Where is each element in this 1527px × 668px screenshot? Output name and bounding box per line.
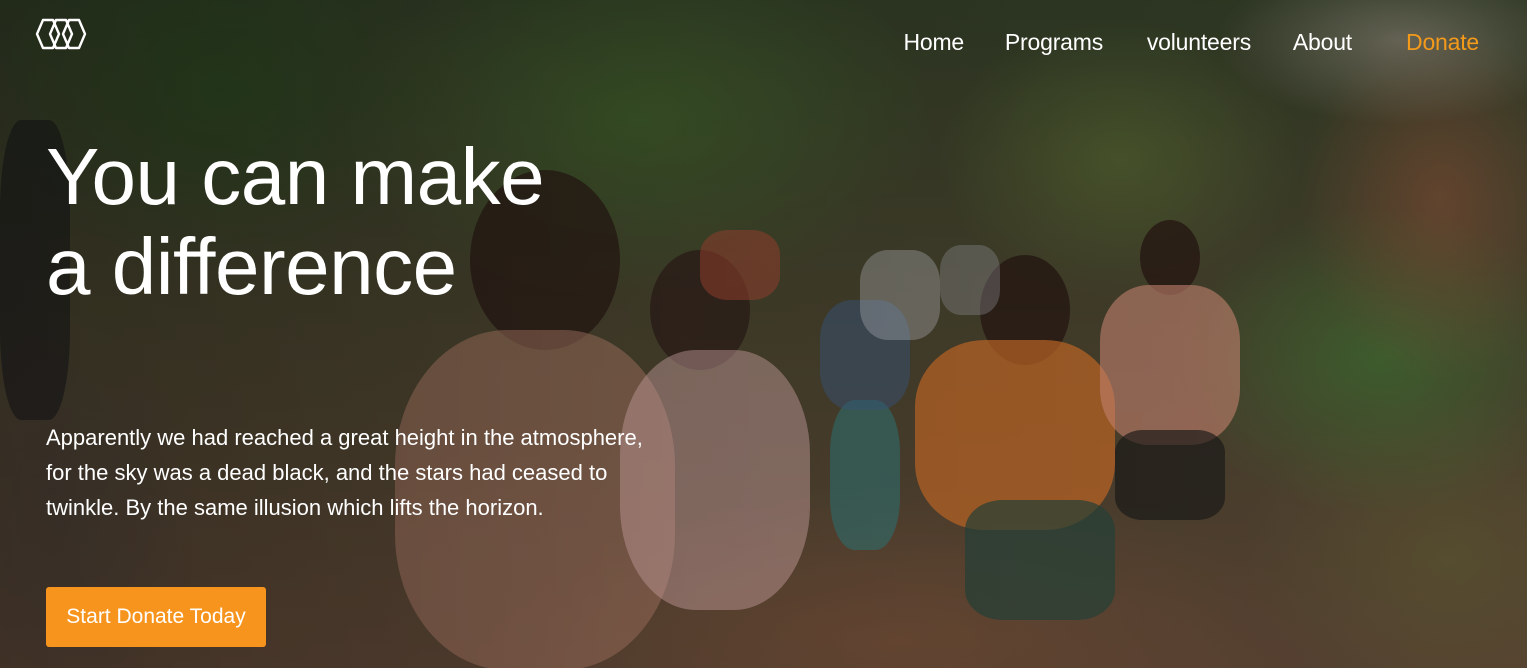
- nav-item-volunteers[interactable]: volunteers: [1147, 26, 1251, 58]
- nav-item-home[interactable]: Home: [903, 26, 964, 58]
- nav-donate-link[interactable]: Donate: [1406, 26, 1479, 58]
- hero-lead-line: for the sky was a dead black, and the st…: [46, 460, 608, 520]
- hexagon-chain-logo-icon[interactable]: [34, 16, 88, 52]
- nav-item-about[interactable]: About: [1293, 26, 1352, 58]
- hero-title: You can make a difference: [46, 132, 545, 311]
- start-donate-button[interactable]: Start Donate Today: [46, 587, 266, 647]
- hero-section: Home Programs volunteers About Donate Yo…: [0, 0, 1527, 668]
- hero-lead-text: Apparently we had reached a great height…: [46, 420, 666, 525]
- nav-item-programs[interactable]: Programs: [1005, 26, 1103, 58]
- hero-lead-line: Apparently we had reached a great height…: [46, 425, 643, 450]
